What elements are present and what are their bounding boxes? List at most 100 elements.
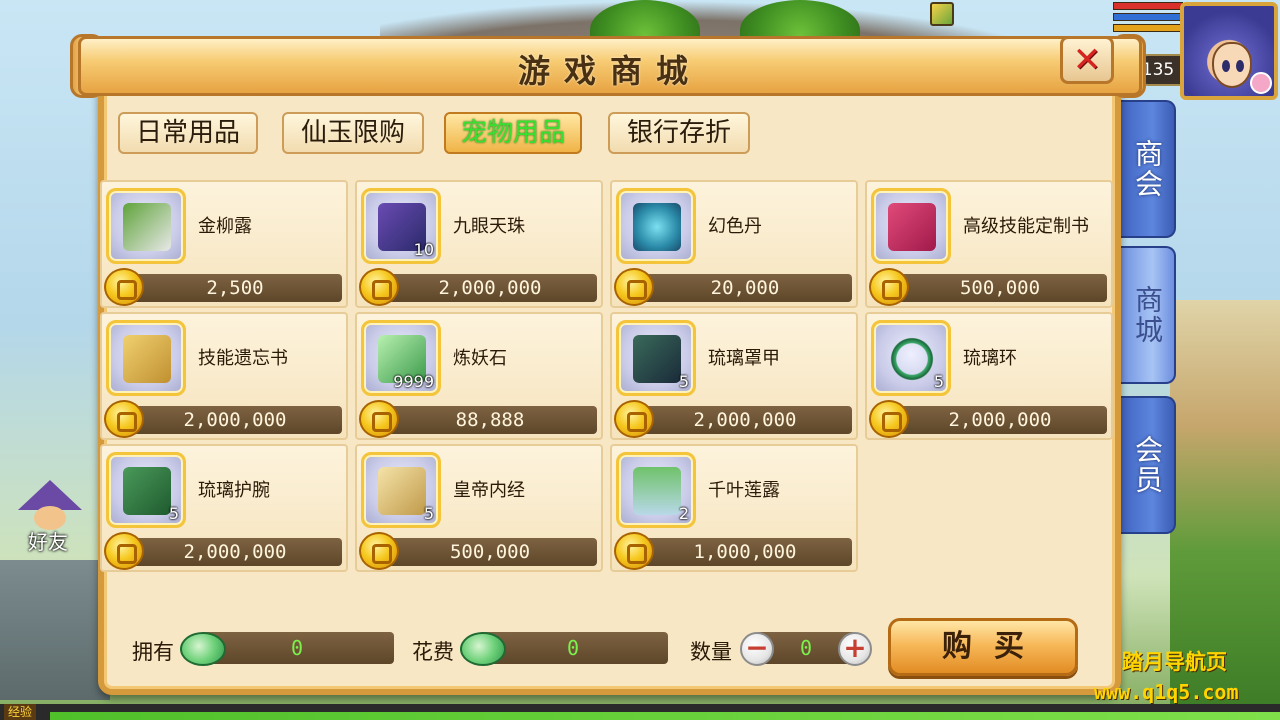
side-tab-label: 商会 xyxy=(1131,139,1164,199)
item-icon-frame[interactable]: 2 xyxy=(616,452,696,528)
item-price-bar: 2,000,000 xyxy=(893,406,1107,434)
side-tab-mall[interactable]: 商城 xyxy=(1120,246,1176,384)
side-tab-member[interactable]: 会员 xyxy=(1120,396,1176,534)
item-icon-frame[interactable]: 10 xyxy=(361,188,441,264)
item-quantity: 5 xyxy=(933,372,944,391)
item-name: 千叶莲露 xyxy=(708,480,780,501)
activity-icon[interactable] xyxy=(930,2,954,26)
watermark-url: www.q1q5.com xyxy=(1094,680,1239,704)
forget-scroll-icon xyxy=(123,335,171,383)
shop-item-card[interactable]: 幻色丹 20,000 xyxy=(610,180,858,308)
tab-bank-book[interactable]: 银行存折 xyxy=(608,112,750,154)
item-price: 20,000 xyxy=(710,277,780,299)
item-quantity: 10 xyxy=(413,240,434,259)
anger-bar xyxy=(1113,24,1183,32)
item-name: 金柳露 xyxy=(198,216,252,237)
item-price: 2,000,000 xyxy=(693,409,797,431)
item-name: 幻色丹 xyxy=(708,216,762,237)
item-price: 2,500 xyxy=(206,277,264,299)
item-icon-frame[interactable] xyxy=(106,188,186,264)
gold-coin-icon xyxy=(359,400,399,438)
shop-item-card[interactable]: 技能遗忘书 2,000,000 xyxy=(100,312,348,440)
tab-pet-goods[interactable]: 宠物用品 xyxy=(444,112,582,154)
shop-item-card[interactable]: 高级技能定制书 500,000 xyxy=(865,180,1113,308)
item-name: 琉璃护腕 xyxy=(198,480,270,501)
gold-coin-icon xyxy=(614,400,654,438)
item-price: 88,888 xyxy=(455,409,525,431)
friend-label: 好友 xyxy=(28,530,68,554)
shop-item-card[interactable]: 10 九眼天珠 2,000,000 xyxy=(355,180,603,308)
mp-bar xyxy=(1113,13,1183,21)
item-icon-frame[interactable] xyxy=(871,188,951,264)
side-tab-chamber[interactable]: 商会 xyxy=(1120,100,1176,238)
owned-value: 0 xyxy=(290,636,304,660)
jade-currency-icon xyxy=(180,632,226,666)
lotus-dew-icon xyxy=(633,467,681,515)
gold-coin-icon xyxy=(614,532,654,570)
gold-coin-icon xyxy=(359,268,399,306)
item-name: 九眼天珠 xyxy=(453,216,525,237)
item-price-bar: 1,000,000 xyxy=(638,538,852,566)
close-button[interactable]: ✕ xyxy=(1060,36,1114,84)
gold-coin-icon xyxy=(869,268,909,306)
increase-quantity-button[interactable]: + xyxy=(838,632,872,666)
owned-label: 拥有 xyxy=(132,640,174,664)
shop-item-card[interactable]: 2 千叶莲露 1,000,000 xyxy=(610,444,858,572)
emperor-scripture-icon xyxy=(378,467,426,515)
shop-item-card[interactable]: 9999 炼妖石 88,888 xyxy=(355,312,603,440)
cost-bar: 0 xyxy=(478,632,668,664)
experience-bar: 经验 xyxy=(0,704,1280,720)
jade-currency-icon xyxy=(460,632,506,666)
shop-item-card[interactable]: 5 琉璃护腕 2,000,000 xyxy=(100,444,348,572)
item-icon-frame[interactable]: 5 xyxy=(871,320,951,396)
side-tab-label: 商城 xyxy=(1131,285,1164,345)
buy-label: 购买 xyxy=(942,629,1046,664)
gold-coin-icon xyxy=(869,400,909,438)
lotus-badge-icon xyxy=(1250,72,1272,94)
item-price-bar: 88,888 xyxy=(383,406,597,434)
glaze-armor-icon xyxy=(633,335,681,383)
item-price: 500,000 xyxy=(959,277,1041,299)
willow-dew-icon xyxy=(123,203,171,251)
item-price-bar: 500,000 xyxy=(383,538,597,566)
item-price-bar: 500,000 xyxy=(893,274,1107,302)
item-icon-frame[interactable]: 5 xyxy=(361,452,441,528)
decrease-quantity-button[interactable]: − xyxy=(740,632,774,666)
item-price-bar: 2,500 xyxy=(128,274,342,302)
avatar-eye-icon xyxy=(1222,60,1230,72)
item-price: 2,000,000 xyxy=(438,277,542,299)
item-price: 2,000,000 xyxy=(183,541,287,563)
item-quantity: 5 xyxy=(168,504,179,523)
avatar-eye-icon xyxy=(1236,60,1244,72)
hp-bar xyxy=(1113,2,1183,10)
item-quantity: 5 xyxy=(678,372,689,391)
tab-jade-limited[interactable]: 仙玉限购 xyxy=(282,112,424,154)
skill-book-icon xyxy=(888,203,936,251)
shop-item-card[interactable]: 金柳露 2,500 xyxy=(100,180,348,308)
item-quantity: 5 xyxy=(423,504,434,523)
item-name: 皇帝内经 xyxy=(453,480,525,501)
side-tab-label: 会员 xyxy=(1131,435,1164,495)
gold-coin-icon xyxy=(359,532,399,570)
close-icon: ✕ xyxy=(1072,40,1102,80)
item-price: 1,000,000 xyxy=(693,541,797,563)
cost-label: 花费 xyxy=(412,640,454,664)
item-icon-frame[interactable]: 5 xyxy=(616,320,696,396)
item-icon-frame[interactable]: 5 xyxy=(106,452,186,528)
item-name: 高级技能定制书 xyxy=(963,216,1089,237)
gold-coin-icon xyxy=(614,268,654,306)
player-status-bars xyxy=(1113,2,1183,35)
shop-item-card[interactable]: 5 琉璃罩甲 2,000,000 xyxy=(610,312,858,440)
item-icon-frame[interactable] xyxy=(106,320,186,396)
shop-item-card[interactable]: 5 琉璃环 2,000,000 xyxy=(865,312,1113,440)
item-icon-frame[interactable]: 9999 xyxy=(361,320,441,396)
item-price-bar: 20,000 xyxy=(638,274,852,302)
item-icon-frame[interactable] xyxy=(616,188,696,264)
item-price-bar: 2,000,000 xyxy=(128,538,342,566)
buy-button[interactable]: 购买 xyxy=(888,618,1078,676)
tab-daily-goods[interactable]: 日常用品 xyxy=(118,112,258,154)
friend-button[interactable]: 好友 xyxy=(12,480,88,554)
shop-item-card[interactable]: 5 皇帝内经 500,000 xyxy=(355,444,603,572)
experience-fill xyxy=(50,712,1280,720)
item-price: 500,000 xyxy=(449,541,531,563)
